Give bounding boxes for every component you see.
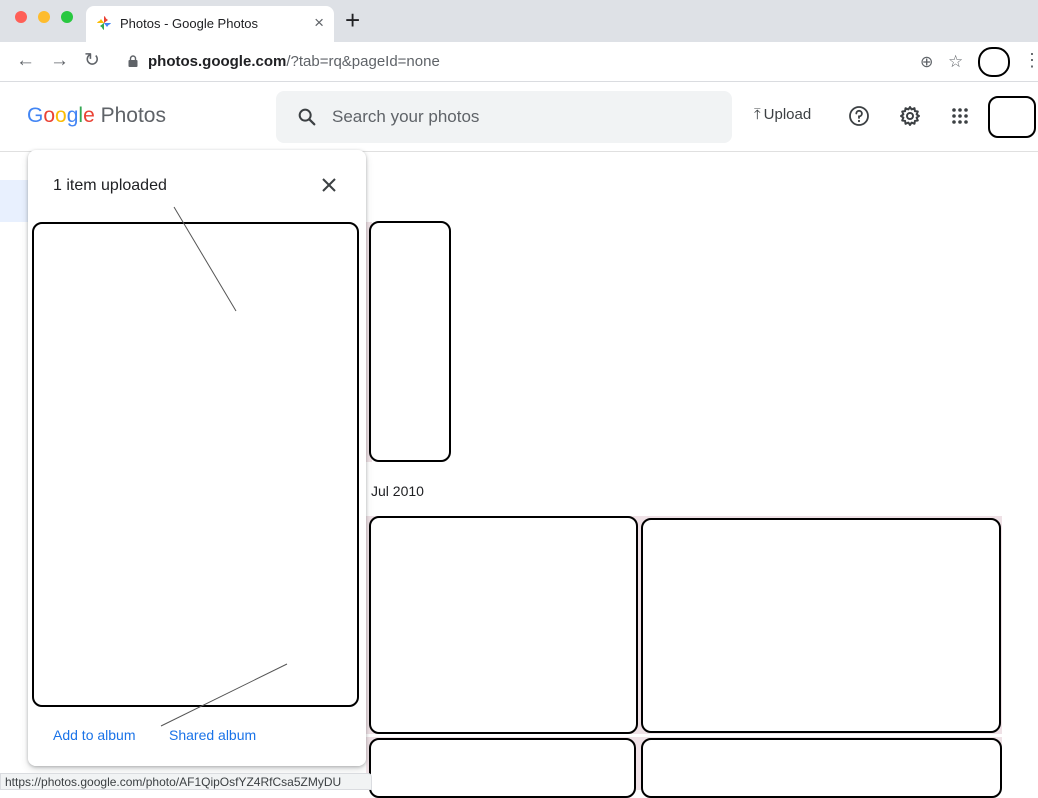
photos-app-header: Google Photos ⤒Upload — [0, 82, 1038, 152]
address-bar[interactable]: photos.google.com/?tab=rq&pageId=none ⊕ … — [118, 46, 970, 78]
url-text: photos.google.com/?tab=rq&pageId=none — [148, 53, 440, 70]
tab-title: Photos - Google Photos — [120, 16, 259, 31]
upload-label: Upload — [763, 106, 812, 123]
browser-toolbar: ← → ↻ photos.google.com/?tab=rq&pageId=n… — [0, 42, 1038, 82]
date-group-label: Jul 2010 — [371, 483, 424, 499]
browser-tab-bar: Photos - Google Photos × + — [0, 0, 1038, 42]
install-app-icon[interactable]: ⊕ — [920, 52, 933, 72]
window-close-button[interactable] — [15, 11, 27, 23]
window-zoom-button[interactable] — [61, 11, 73, 23]
upload-button[interactable]: ⤒ Upload — [754, 106, 811, 123]
logo-product-name: Photos — [100, 104, 166, 127]
link-status-bar: https://photos.google.com/photo/AF1QipOs… — [0, 773, 372, 790]
photo-thumbnail[interactable] — [369, 738, 636, 798]
logo-letter: o — [43, 104, 56, 127]
google-apps-grid-icon[interactable] — [948, 104, 972, 128]
search-icon[interactable] — [296, 106, 318, 128]
account-avatar[interactable] — [988, 96, 1036, 138]
search-input[interactable] — [332, 105, 712, 129]
google-photos-logo[interactable]: Google Photos — [27, 104, 166, 128]
logo-letter: o — [55, 104, 67, 127]
upload-panel-actions: Add to album Shared album — [28, 708, 366, 766]
settings-gear-icon[interactable] — [898, 104, 922, 128]
help-icon[interactable] — [847, 104, 871, 128]
logo-letter: g — [66, 104, 79, 127]
google-photos-pinwheel-icon — [97, 16, 111, 30]
photo-thumbnail[interactable] — [641, 738, 1002, 798]
sidebar-selected-indicator — [0, 180, 28, 222]
back-arrow-icon[interactable]: ← — [16, 50, 35, 72]
browser-profile-avatar[interactable] — [978, 47, 1010, 77]
browser-menu-icon[interactable]: ⋮ — [1023, 50, 1038, 71]
lock-icon — [128, 55, 138, 67]
photo-thumbnail[interactable] — [641, 518, 1001, 733]
upload-icon: ⤒ — [754, 106, 761, 123]
url-path: /?tab=rq&pageId=none — [286, 53, 440, 70]
uploaded-photo-preview[interactable] — [32, 222, 359, 707]
upload-panel-title: 1 item uploaded — [53, 177, 167, 194]
logo-letter: e — [83, 104, 95, 127]
tab-close-icon[interactable]: × — [314, 13, 324, 33]
window-minimize-button[interactable] — [38, 11, 50, 23]
browser-tab-photos[interactable]: Photos - Google Photos × — [86, 6, 334, 42]
url-domain: photos.google.com — [148, 53, 287, 70]
photo-thumbnail[interactable] — [369, 221, 451, 462]
close-icon[interactable] — [318, 174, 340, 196]
reload-icon[interactable]: ↻ — [84, 50, 100, 72]
forward-arrow-icon[interactable]: → — [50, 50, 69, 72]
add-to-album-button[interactable]: Add to album — [53, 727, 136, 743]
bookmark-star-icon[interactable]: ☆ — [948, 52, 963, 72]
shared-album-button[interactable]: Shared album — [169, 727, 256, 743]
status-url: https://photos.google.com/photo/AF1QipOs… — [5, 775, 342, 789]
new-tab-button[interactable]: + — [345, 4, 360, 36]
upload-complete-panel: 1 item uploaded Add to album Shared albu… — [28, 150, 366, 766]
photo-thumbnail[interactable] — [369, 516, 638, 734]
search-bar[interactable] — [276, 91, 732, 143]
logo-letter: G — [27, 104, 44, 127]
